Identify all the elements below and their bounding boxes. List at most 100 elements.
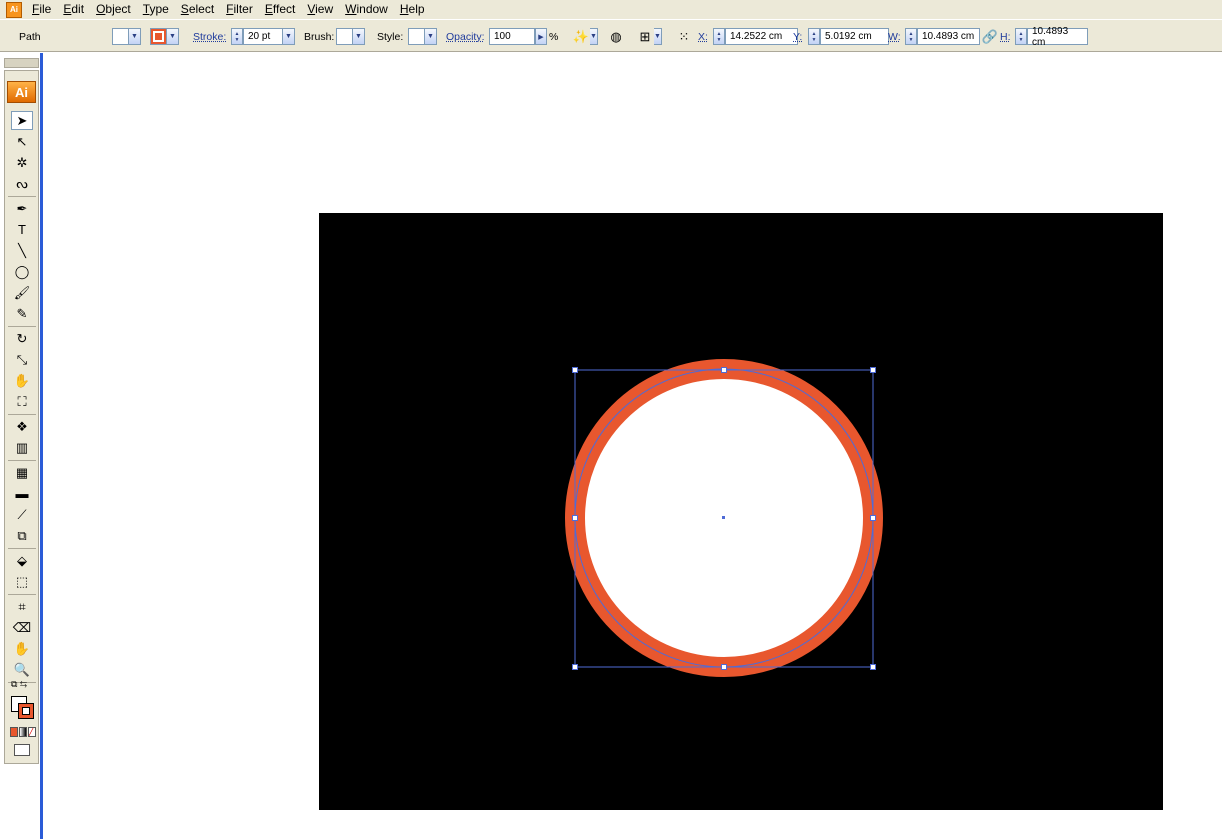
- type-tool[interactable]: T: [11, 220, 33, 239]
- direct-selection-tool[interactable]: ↖: [11, 132, 33, 151]
- eyedropper-tool[interactable]: ⟋: [11, 505, 33, 524]
- free-transform-tool[interactable]: ⛶: [11, 392, 33, 411]
- selection-icon: ➤: [16, 112, 28, 128]
- screen-mode-button[interactable]: [14, 744, 30, 756]
- stroke-swatch[interactable]: [150, 28, 167, 45]
- chevron-down-icon[interactable]: ▼: [283, 28, 295, 45]
- chevron-down-icon[interactable]: ▼: [129, 28, 141, 45]
- crop-area-tool[interactable]: ⌗: [11, 597, 33, 616]
- y-label[interactable]: Y:: [793, 31, 802, 43]
- chevron-down-icon[interactable]: ▼: [353, 28, 365, 45]
- resize-handle[interactable]: [572, 515, 578, 521]
- default-colors-swap[interactable]: ⧉ ⇆: [11, 679, 33, 691]
- pen-tool[interactable]: ✒: [11, 199, 33, 218]
- resize-handle[interactable]: [721, 664, 727, 670]
- style-swatch[interactable]: [408, 28, 425, 45]
- stroke-color-box-inner: [22, 707, 30, 715]
- line-segment-tool[interactable]: ╲: [11, 241, 33, 260]
- menu-file[interactable]: File: [26, 0, 57, 19]
- chevron-right-icon[interactable]: ▶: [535, 28, 547, 45]
- x-label[interactable]: X:: [698, 31, 708, 43]
- chevron-down-icon[interactable]: ▼: [425, 28, 437, 45]
- column-graph-tool[interactable]: ▥: [11, 438, 33, 457]
- stroke-color-box[interactable]: [18, 703, 34, 719]
- tool-separator: [8, 414, 36, 415]
- menu-select[interactable]: Select: [175, 0, 220, 19]
- stroke-color-dropdown[interactable]: ▼: [150, 27, 179, 46]
- x-stepper[interactable]: ▲ ▼: [713, 28, 725, 45]
- magic-wand-tool[interactable]: ✲: [11, 153, 33, 172]
- menu-effect[interactable]: Effect: [259, 0, 301, 19]
- rotate-tool[interactable]: ↻: [11, 329, 33, 348]
- artboard[interactable]: [319, 213, 1163, 810]
- constrain-proportions-icon[interactable]: 🔗: [982, 28, 998, 46]
- free-transform-icon: ⛶: [17, 393, 27, 409]
- stroke-weight-field[interactable]: 20 pt: [243, 28, 283, 45]
- tool-separator: [8, 548, 36, 549]
- stroke-label[interactable]: Stroke:: [193, 31, 226, 43]
- h-label[interactable]: H:: [1000, 31, 1011, 43]
- h-field[interactable]: 10.4893 cm: [1027, 26, 1088, 48]
- hand-tool[interactable]: ✋: [11, 639, 33, 658]
- menu-type[interactable]: Type: [137, 0, 175, 19]
- fill-color-dropdown[interactable]: ▼: [112, 27, 141, 46]
- fill-swatch[interactable]: [112, 28, 129, 45]
- h-stepper[interactable]: ▲ ▼: [1015, 28, 1027, 45]
- stroke-weight-stepper[interactable]: ▲ ▼: [231, 28, 243, 45]
- gradient-tool[interactable]: ▬: [11, 484, 33, 503]
- resize-handle[interactable]: [870, 515, 876, 521]
- y-stepper[interactable]: ▲ ▼: [808, 28, 820, 45]
- align-icon[interactable]: ⊞: [636, 28, 654, 46]
- tools-panel-grip[interactable]: [4, 58, 39, 68]
- gradient-mode-button[interactable]: [19, 727, 27, 737]
- chevron-down-icon[interactable]: ▼: [167, 28, 179, 45]
- resize-handle[interactable]: [721, 367, 727, 373]
- tools-panel: Ai ➤ ↖ ✲ ᔓ ✒ T ╲ ◯ 🖌 ✎ ↻ ⤡ ✋ ⛶ ❖ ▥ ▦ ▬ ⟋ ⧉ ⬙ ⬚ ⌗ ⌫ ✋ 🔍 ⧉ ⇆ ╱: [4, 70, 39, 764]
- resize-handle[interactable]: [572, 367, 578, 373]
- resize-handle[interactable]: [572, 664, 578, 670]
- eraser-tool[interactable]: ⌫: [11, 618, 33, 637]
- illustrator-logo[interactable]: Ai: [7, 81, 36, 103]
- recolor-artwork-icon[interactable]: ✨: [572, 28, 590, 46]
- resize-handle[interactable]: [870, 664, 876, 670]
- artwork-canvas[interactable]: [319, 213, 1163, 810]
- reference-point-icon[interactable]: ⁙: [675, 28, 693, 46]
- blend-tool[interactable]: ⧉: [11, 526, 33, 545]
- menu-view[interactable]: View: [301, 0, 339, 19]
- isolate-group-icon[interactable]: ◍: [607, 28, 625, 46]
- w-stepper[interactable]: ▲ ▼: [905, 28, 917, 45]
- opacity-label[interactable]: Opacity:: [446, 31, 485, 43]
- paintbrush-tool[interactable]: 🖌: [11, 283, 33, 302]
- w-field[interactable]: 10.4893 cm: [917, 28, 980, 45]
- zoom-tool[interactable]: 🔍: [11, 660, 33, 679]
- resize-handle[interactable]: [870, 367, 876, 373]
- live-paint-bucket-icon: ⬙: [17, 552, 27, 568]
- selection-tool[interactable]: ➤: [11, 111, 33, 130]
- pencil-tool[interactable]: ✎: [11, 304, 33, 323]
- symbol-sprayer-tool[interactable]: ❖: [11, 417, 33, 436]
- warp-tool[interactable]: ✋: [11, 371, 33, 390]
- style-dropdown[interactable]: ▼: [408, 27, 437, 46]
- brush-swatch[interactable]: [336, 28, 353, 45]
- chevron-down-icon[interactable]: ▼: [654, 28, 662, 45]
- ellipse-tool[interactable]: ◯: [11, 262, 33, 281]
- chevron-down-icon[interactable]: ▼: [590, 28, 598, 45]
- menu-window[interactable]: Window: [339, 0, 394, 19]
- brush-dropdown[interactable]: ▼: [336, 27, 365, 46]
- live-paint-selection-tool[interactable]: ⬚: [11, 572, 33, 591]
- opacity-field[interactable]: 100: [489, 28, 535, 45]
- lasso-tool[interactable]: ᔓ: [11, 174, 33, 193]
- mesh-tool[interactable]: ▦: [11, 463, 33, 482]
- menu-help[interactable]: Help: [394, 0, 431, 19]
- app-icon[interactable]: Ai: [6, 1, 22, 18]
- scale-tool[interactable]: ⤡: [11, 350, 33, 369]
- menu-filter[interactable]: Filter: [220, 0, 259, 19]
- x-field[interactable]: 14.2522 cm: [725, 28, 798, 45]
- y-field[interactable]: 5.0192 cm: [820, 28, 889, 45]
- menu-object[interactable]: Object: [90, 0, 137, 19]
- none-mode-button[interactable]: ╱: [28, 727, 36, 737]
- menu-edit[interactable]: Edit: [57, 0, 90, 19]
- live-paint-bucket-tool[interactable]: ⬙: [11, 551, 33, 570]
- color-mode-button[interactable]: [10, 727, 18, 737]
- w-label[interactable]: W:: [888, 31, 901, 43]
